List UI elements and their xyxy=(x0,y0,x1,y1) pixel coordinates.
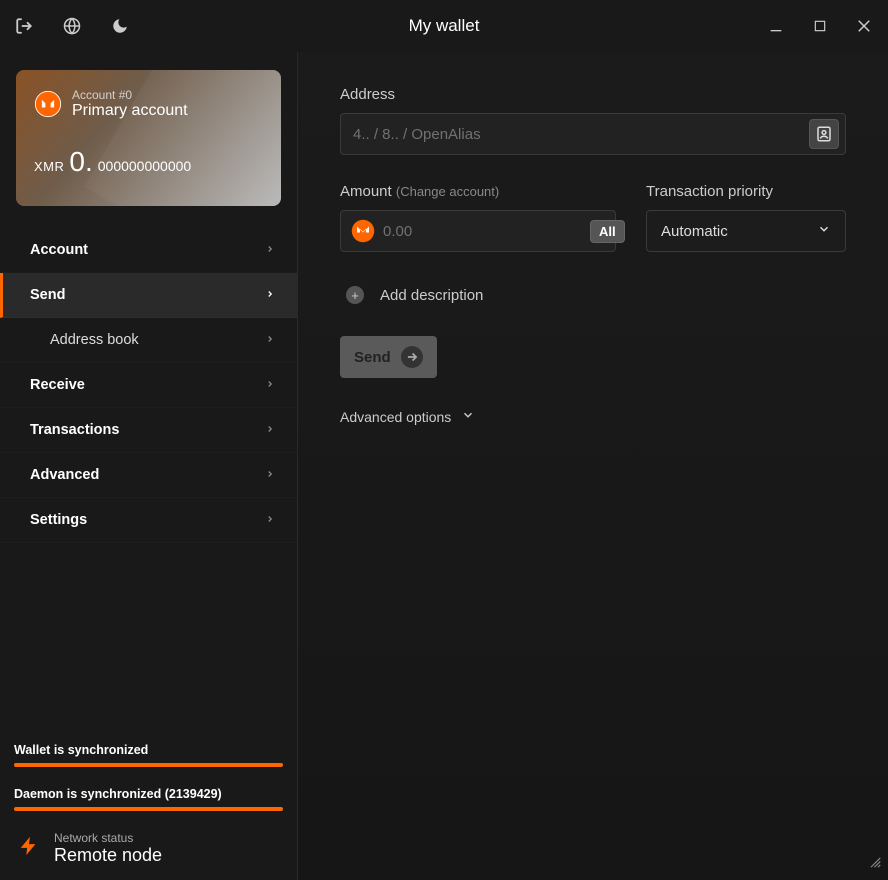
nav-label: Receive xyxy=(30,377,85,393)
priority-select[interactable]: Automatic xyxy=(646,210,846,252)
chevron-right-icon xyxy=(265,332,275,348)
chevron-down-icon xyxy=(461,408,475,425)
globe-icon[interactable] xyxy=(62,16,82,36)
network-mode: Remote node xyxy=(54,845,162,866)
network-status-label: Network status xyxy=(54,831,162,845)
amount-all-button[interactable]: All xyxy=(590,220,625,243)
nav-label: Address book xyxy=(50,332,139,348)
window-title: My wallet xyxy=(409,16,480,36)
address-book-button[interactable] xyxy=(809,119,839,149)
nav-item-send[interactable]: Send xyxy=(0,273,297,318)
titlebar: My wallet xyxy=(0,0,888,52)
amount-input[interactable] xyxy=(383,223,582,240)
close-icon[interactable] xyxy=(854,16,874,36)
daemon-sync-label: Daemon is synchronized (2139429) xyxy=(14,787,283,801)
chevron-right-icon xyxy=(265,287,275,303)
balance-int: 0. xyxy=(69,146,92,178)
nav-label: Send xyxy=(30,287,65,303)
address-input[interactable] xyxy=(353,126,809,143)
minimize-icon[interactable] xyxy=(766,16,786,36)
logout-icon[interactable] xyxy=(14,16,34,36)
main-panel: Address Amount (Change account) xyxy=(298,52,888,880)
add-description-label: Add description xyxy=(380,287,483,304)
balance-frac: 000000000000 xyxy=(98,158,191,174)
monero-icon xyxy=(351,219,375,243)
nav-item-address-book[interactable]: Address book xyxy=(0,318,297,363)
account-name: Primary account xyxy=(72,102,188,120)
nav: Account Send Address book Receive xyxy=(0,228,297,543)
send-button-label: Send xyxy=(354,349,391,366)
change-account-link[interactable]: (Change account) xyxy=(396,184,499,199)
account-card[interactable]: Account #0 Primary account XMR 0. 000000… xyxy=(16,70,281,206)
chevron-right-icon xyxy=(265,512,275,528)
send-button[interactable]: Send xyxy=(340,336,437,378)
nav-item-transactions[interactable]: Transactions xyxy=(0,408,297,453)
amount-input-wrap: All xyxy=(340,210,616,252)
nav-label: Advanced xyxy=(30,467,99,483)
maximize-icon[interactable] xyxy=(810,16,830,36)
advanced-options-label: Advanced options xyxy=(340,409,451,425)
amount-label-text: Amount xyxy=(340,183,392,200)
chevron-down-icon xyxy=(817,222,831,240)
moon-icon[interactable] xyxy=(110,16,130,36)
advanced-options-toggle[interactable]: Advanced options xyxy=(340,408,846,425)
sidebar: Account #0 Primary account XMR 0. 000000… xyxy=(0,52,298,880)
nav-label: Settings xyxy=(30,512,87,528)
contact-icon xyxy=(815,125,833,143)
add-description-button[interactable]: + Add description xyxy=(340,286,846,304)
nav-item-settings[interactable]: Settings xyxy=(0,498,297,543)
chevron-right-icon xyxy=(265,242,275,258)
address-label: Address xyxy=(340,86,846,103)
bolt-icon xyxy=(18,832,40,865)
network-status[interactable]: Network status Remote node xyxy=(14,831,283,866)
nav-label: Transactions xyxy=(30,422,119,438)
arrow-right-icon xyxy=(401,346,423,368)
chevron-right-icon xyxy=(265,422,275,438)
currency-symbol: XMR xyxy=(34,159,64,174)
nav-item-receive[interactable]: Receive xyxy=(0,363,297,408)
wallet-sync-bar xyxy=(14,763,283,767)
daemon-sync-bar xyxy=(14,807,283,811)
amount-label: Amount (Change account) xyxy=(340,183,616,200)
chevron-right-icon xyxy=(265,467,275,483)
nav-item-advanced[interactable]: Advanced xyxy=(0,453,297,498)
monero-logo-icon xyxy=(34,90,62,118)
nav-label: Account xyxy=(30,242,88,258)
priority-value: Automatic xyxy=(661,223,728,240)
account-number: Account #0 xyxy=(72,88,188,102)
plus-circle-icon: + xyxy=(346,286,364,304)
priority-label: Transaction priority xyxy=(646,183,846,200)
wallet-sync-label: Wallet is synchronized xyxy=(14,743,283,757)
account-balance: XMR 0. 000000000000 xyxy=(34,146,263,178)
chevron-right-icon xyxy=(265,377,275,393)
address-input-wrap xyxy=(340,113,846,155)
resize-handle-icon[interactable] xyxy=(868,855,882,874)
nav-item-account[interactable]: Account xyxy=(0,228,297,273)
